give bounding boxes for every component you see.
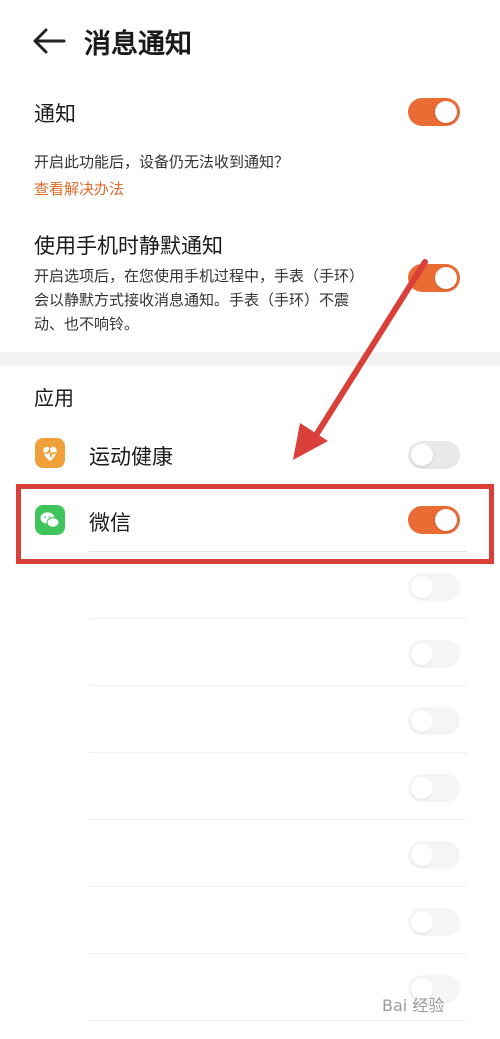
watermark-text: Bai 经验 bbox=[382, 996, 445, 1015]
annotation-arrow bbox=[293, 259, 428, 460]
